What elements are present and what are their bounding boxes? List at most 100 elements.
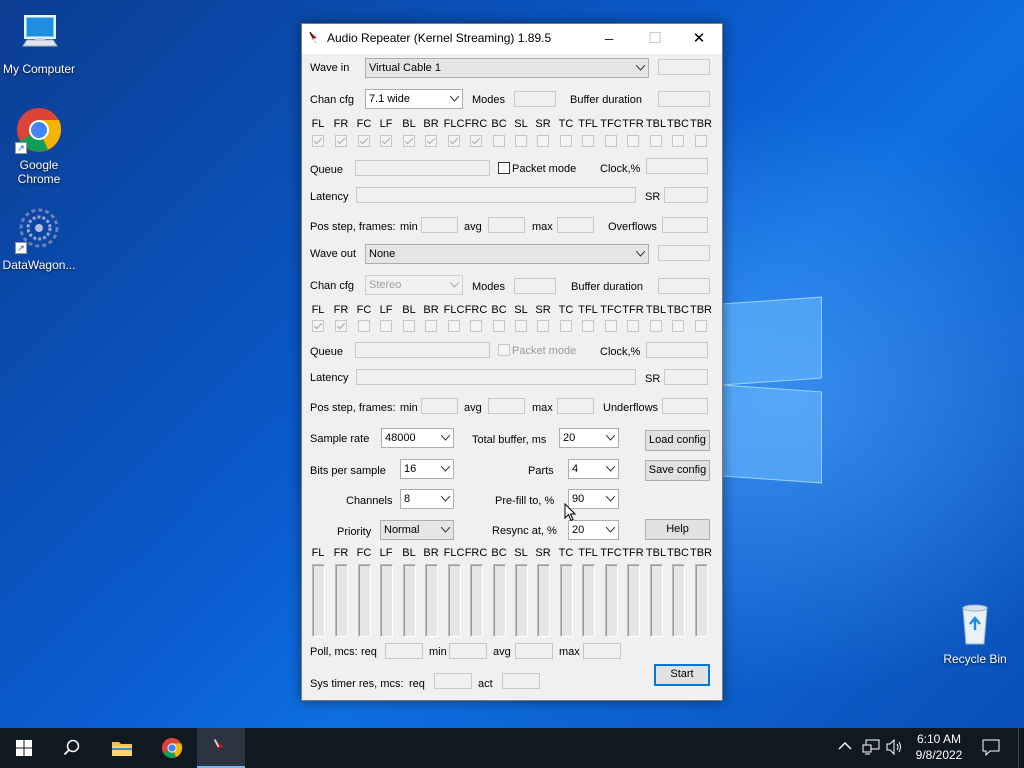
volume-button[interactable] bbox=[886, 738, 904, 768]
wave-in-channel-checkbox-tc[interactable] bbox=[560, 135, 572, 147]
maximize-button[interactable]: ☐ bbox=[632, 24, 678, 54]
wave-in-device-select[interactable]: Virtual Cable 1 bbox=[365, 58, 649, 78]
wave-in-chan-cfg-select[interactable]: 7.1 wide bbox=[365, 89, 463, 109]
wave-out-channel-checkbox-sl[interactable] bbox=[515, 320, 527, 332]
poll-req-label: req bbox=[361, 646, 377, 658]
wave-out-channel-label-tfl: TFL bbox=[578, 304, 598, 316]
start-menu-button[interactable] bbox=[0, 728, 48, 768]
title-bar[interactable]: Audio Repeater (Kernel Streaming) 1.89.5… bbox=[302, 24, 722, 54]
wave-in-channel-label-tfc: TFC bbox=[600, 118, 622, 130]
wave-out-channel-checkbox-tc[interactable] bbox=[560, 320, 572, 332]
wave-in-channel-checkbox-tfl[interactable] bbox=[582, 135, 594, 147]
save-config-button[interactable]: Save config bbox=[645, 460, 710, 481]
wave-out-latency-label: Latency bbox=[310, 372, 349, 384]
start-button[interactable]: Start bbox=[654, 664, 710, 686]
wave-out-channel-checkbox-fc[interactable] bbox=[358, 320, 370, 332]
desktop-icon-google-chrome[interactable]: ↗ Google Chrome bbox=[0, 106, 78, 186]
wave-in-packet-mode-checkbox[interactable] bbox=[498, 162, 510, 174]
wave-out-channel-checkbox-bl[interactable] bbox=[403, 320, 415, 332]
wave-out-channel-checkbox-bc[interactable] bbox=[493, 320, 505, 332]
wave-in-avg-box bbox=[488, 217, 525, 233]
priority-select[interactable]: Normal bbox=[380, 520, 454, 540]
wave-out-channel-checkbox-tbr[interactable] bbox=[695, 320, 707, 332]
meter-label-tbr: TBR bbox=[690, 547, 712, 559]
channels-label: Channels bbox=[346, 495, 393, 507]
wave-out-device-select[interactable]: None bbox=[365, 244, 649, 264]
wave-in-channel-checkbox-tbl[interactable] bbox=[650, 135, 662, 147]
wave-out-channel-checkbox-tbc[interactable] bbox=[672, 320, 684, 332]
wave-out-clock-box bbox=[646, 342, 708, 358]
wave-out-channel-checkbox-br[interactable] bbox=[425, 320, 437, 332]
wave-out-avg-label: avg bbox=[464, 402, 482, 414]
wave-in-channel-checkbox-tbc[interactable] bbox=[672, 135, 684, 147]
wave-in-channel-checkbox-lf[interactable] bbox=[380, 135, 392, 147]
wave-in-channel-label-br: BR bbox=[423, 118, 439, 130]
wave-in-channel-checkbox-bc[interactable] bbox=[493, 135, 505, 147]
wave-out-packet-mode-checkbox[interactable] bbox=[498, 344, 510, 356]
wave-in-channel-checkbox-fl[interactable] bbox=[312, 135, 324, 147]
wave-out-channel-checkbox-fr[interactable] bbox=[335, 320, 347, 332]
network-button[interactable] bbox=[862, 739, 880, 768]
wave-in-channel-checkbox-tfc[interactable] bbox=[605, 135, 617, 147]
wave-out-info-box bbox=[658, 245, 710, 261]
wave-out-channel-checkbox-lf[interactable] bbox=[380, 320, 392, 332]
level-meter-bc bbox=[493, 564, 506, 637]
wave-out-chan-cfg-select[interactable]: Stereo bbox=[365, 275, 463, 295]
app-icon bbox=[308, 30, 322, 46]
wave-out-channel-checkbox-frc[interactable] bbox=[470, 320, 482, 332]
chevron-up-icon bbox=[838, 742, 852, 750]
help-button[interactable]: Help bbox=[645, 519, 710, 540]
wave-out-channel-checkbox-tfl[interactable] bbox=[582, 320, 594, 332]
wave-out-channel-checkbox-tbl[interactable] bbox=[650, 320, 662, 332]
channels-select[interactable]: 8 bbox=[400, 489, 454, 509]
wave-in-channel-checkbox-tfr[interactable] bbox=[627, 135, 639, 147]
wave-out-channel-label-tfc: TFC bbox=[600, 304, 622, 316]
desktop-icon-recycle-bin[interactable]: Recycle Bin bbox=[936, 600, 1014, 666]
level-meter-tfc bbox=[605, 564, 618, 637]
wave-in-channel-label-tbl: TBL bbox=[645, 118, 667, 130]
wave-in-channel-checkbox-bl[interactable] bbox=[403, 135, 415, 147]
wave-in-channel-checkbox-tbr[interactable] bbox=[695, 135, 707, 147]
desktop-icon-my-computer[interactable]: My Computer bbox=[0, 10, 78, 76]
notifications-button[interactable] bbox=[982, 739, 1000, 768]
wave-in-channel-checkbox-fc[interactable] bbox=[358, 135, 370, 147]
wave-out-channel-checkbox-sr[interactable] bbox=[537, 320, 549, 332]
show-desktop-button[interactable] bbox=[1018, 728, 1024, 768]
taskbar-file-explorer[interactable] bbox=[98, 728, 146, 768]
minimize-button[interactable]: ─ bbox=[586, 24, 632, 54]
wave-out-channel-checkbox-fl[interactable] bbox=[312, 320, 324, 332]
taskbar-chrome[interactable] bbox=[148, 728, 196, 768]
taskbar-audio-repeater[interactable] bbox=[197, 728, 245, 768]
wave-in-max-label: max bbox=[532, 221, 553, 233]
wallpaper-logo-pane bbox=[722, 384, 822, 484]
poll-min-label: min bbox=[429, 646, 447, 658]
desktop-icon-datawagon[interactable]: ↗ DataWagon... bbox=[0, 206, 78, 272]
poll-max-label: max bbox=[559, 646, 580, 658]
parts-select[interactable]: 4 bbox=[568, 459, 619, 479]
wave-in-channel-checkbox-flc[interactable] bbox=[448, 135, 460, 147]
sample-rate-select[interactable]: 48000 bbox=[381, 428, 454, 448]
bits-per-sample-select[interactable]: 16 bbox=[400, 459, 454, 479]
wave-out-buffer-duration-box bbox=[658, 278, 710, 294]
load-config-button[interactable]: Load config bbox=[645, 430, 710, 451]
resync-label: Resync at, % bbox=[492, 525, 557, 537]
speaker-icon bbox=[886, 738, 901, 756]
wave-in-channel-checkbox-fr[interactable] bbox=[335, 135, 347, 147]
search-button[interactable] bbox=[48, 728, 96, 768]
total-buffer-select[interactable]: 20 bbox=[559, 428, 619, 448]
wave-out-channel-checkbox-tfc[interactable] bbox=[605, 320, 617, 332]
clock[interactable]: 6:10 AM 9/8/2022 bbox=[908, 728, 970, 768]
wave-in-channel-checkbox-frc[interactable] bbox=[470, 135, 482, 147]
wave-in-channel-checkbox-sr[interactable] bbox=[537, 135, 549, 147]
close-button[interactable]: ✕ bbox=[676, 24, 722, 54]
wave-out-channel-checkbox-flc[interactable] bbox=[448, 320, 460, 332]
show-hidden-icons-button[interactable] bbox=[838, 740, 852, 768]
wave-out-packet-mode-label: Packet mode bbox=[512, 345, 577, 357]
wave-out-channel-label-tc: TC bbox=[558, 304, 574, 316]
wave-in-channel-checkbox-br[interactable] bbox=[425, 135, 437, 147]
wave-in-channel-label-tbc: TBC bbox=[667, 118, 689, 130]
wave-out-channel-checkbox-tfr[interactable] bbox=[627, 320, 639, 332]
wave-in-channel-checkbox-sl[interactable] bbox=[515, 135, 527, 147]
chevron-down-icon bbox=[450, 90, 459, 102]
poll-label: Poll, mcs: bbox=[310, 646, 358, 658]
